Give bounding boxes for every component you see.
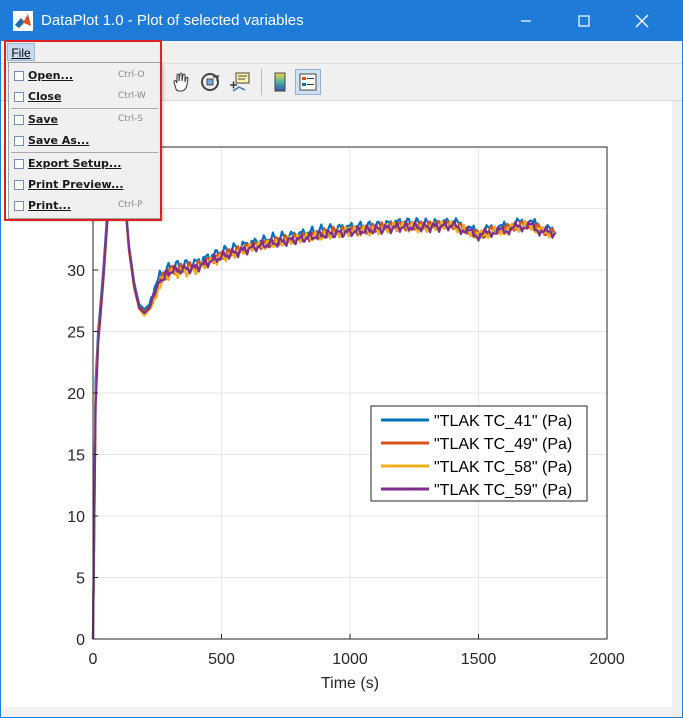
menu-checkbox-icon (14, 115, 24, 125)
menu-item-label: Print... (28, 199, 71, 212)
menu-item-label: Save (28, 113, 58, 126)
menu-item-save[interactable]: Save Ctrl-S (9, 110, 160, 130)
menu-separator (11, 152, 158, 153)
x-axis-label: Time (s) (321, 675, 379, 692)
menu-item-label: Print Preview... (28, 178, 124, 191)
menu-item-label: Close (28, 90, 62, 103)
menu-separator (11, 108, 158, 109)
chart-legend[interactable]: "TLAK TC_41" (Pa) "TLAK TC_49" (Pa) "TLAK … (370, 405, 588, 502)
file-menu-dropdown: Open... Ctrl-O Close Ctrl-W Save Ctrl-S … (8, 62, 161, 219)
menu-checkbox-icon (14, 180, 24, 190)
x-tick-label: 1000 (332, 651, 368, 668)
x-tick-label: 0 (89, 651, 98, 668)
legend-entry-label: "TLAK TC_41" (Pa) (434, 413, 572, 430)
menu-item-shortcut: Ctrl-P (118, 200, 143, 210)
menu-item-shortcut: Ctrl-W (118, 91, 146, 101)
y-tick-label: 15 (67, 448, 85, 465)
menu-checkbox-icon (14, 71, 24, 81)
menu-item-label: Save As... (28, 134, 90, 147)
x-tick-label: 500 (208, 651, 235, 668)
y-tick-label: 0 (76, 632, 85, 649)
menu-item-print[interactable]: Print... Ctrl-P (9, 196, 160, 216)
menu-item-print-preview[interactable]: Print Preview... (9, 175, 160, 195)
menu-checkbox-icon (14, 92, 24, 102)
legend-entry-label: "TLAK TC_59" (Pa) (434, 482, 572, 499)
menu-item-open[interactable]: Open... Ctrl-O (9, 66, 160, 86)
x-tick-label: 1500 (461, 651, 497, 668)
menu-checkbox-icon (14, 136, 24, 146)
y-tick-label: 20 (67, 386, 85, 403)
y-tick-label: 5 (76, 571, 85, 588)
legend-entry-label: "TLAK TC_49" (Pa) (434, 436, 572, 453)
menu-item-label: Export Setup... (28, 157, 122, 170)
y-tick-label: 25 (67, 325, 85, 342)
menu-item-close[interactable]: Close Ctrl-W (9, 87, 160, 107)
menu-item-export-setup[interactable]: Export Setup... (9, 154, 160, 174)
menu-item-shortcut: Ctrl-S (118, 114, 143, 124)
y-tick-label: 10 (67, 509, 85, 526)
x-tick-label: 2000 (589, 651, 625, 668)
legend-entry-label: "TLAK TC_58" (Pa) (434, 459, 572, 476)
y-tick-label: 30 (67, 263, 85, 280)
menu-checkbox-icon (14, 159, 24, 169)
menu-item-save-as[interactable]: Save As... (9, 131, 160, 151)
menu-item-shortcut: Ctrl-O (118, 70, 145, 80)
menu-checkbox-icon (14, 201, 24, 211)
menu-item-label: Open... (28, 69, 74, 82)
